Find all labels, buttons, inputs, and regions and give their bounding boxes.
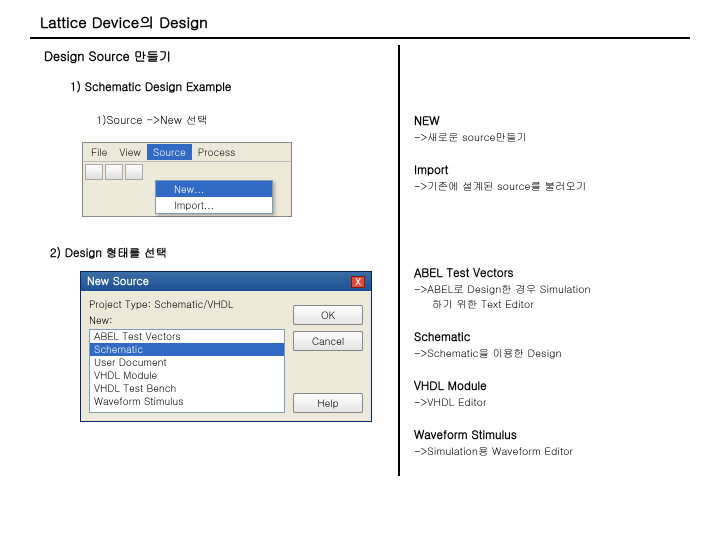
type-listbox[interactable]: ABEL Test Vectors Schematic User Documen…: [89, 329, 285, 413]
new-source-dialog: New Source X Project Type: Schematic/VHD…: [80, 271, 372, 422]
toolbar-icon-row: [83, 162, 291, 182]
menu-process[interactable]: Process: [192, 144, 242, 160]
note-import-desc: ->기존에 설계된 source를 불러오기: [414, 178, 690, 193]
toolbar-icon[interactable]: [85, 164, 103, 180]
menubar: File View Source Process: [83, 143, 291, 162]
note-abel: ABEL Test Vectors ->ABEL로 Design한 경우 Sim…: [414, 265, 690, 311]
note-abel-heading: ABEL Test Vectors: [414, 265, 690, 281]
dialog-title-text: New Source: [87, 274, 149, 289]
note-import: Import ->기존에 설계된 source를 불러오기: [414, 162, 690, 193]
note-import-heading: Import: [414, 162, 690, 178]
note-new-desc: ->새로운 source만들기: [414, 129, 690, 144]
note-waveform-desc: ->Simulation용 Waveform Editor: [414, 443, 690, 458]
page-title-bar: Lattice Device의 Design: [30, 10, 690, 39]
note-waveform-heading: Waveform Stimulus: [414, 427, 690, 443]
note-new: NEW ->새로운 source만들기: [414, 113, 690, 144]
left-column: Design Source 만들기 1) Schematic Design Ex…: [30, 45, 400, 476]
heading-design-type: 2) Design 형태를 선택: [50, 245, 390, 261]
note-abel-desc-line1: ->ABEL로 Design한 경우 Simulation: [414, 281, 591, 296]
toolbar-screenshot: File View Source Process New... Import..…: [82, 142, 292, 217]
toolbar-icon[interactable]: [105, 164, 123, 180]
menu-view[interactable]: View: [113, 144, 147, 160]
note-vhdl-heading: VHDL Module: [414, 378, 690, 394]
new-label: New:: [89, 313, 285, 327]
dropdown-item-import[interactable]: Import...: [156, 197, 272, 213]
dialog-titlebar: New Source X: [81, 272, 371, 291]
note-schematic-heading: Schematic: [414, 329, 690, 345]
heading-schematic-example: 1) Schematic Design Example: [70, 79, 390, 95]
note-waveform: Waveform Stimulus ->Simulation용 Waveform…: [414, 427, 690, 458]
help-button[interactable]: Help: [293, 393, 363, 413]
content-wrapper: Design Source 만들기 1) Schematic Design Ex…: [30, 45, 690, 476]
note-new-heading: NEW: [414, 113, 690, 129]
project-type-label: Project Type: Schematic/VHDL: [89, 297, 285, 311]
note-schematic: Schematic ->Schematic을 이용한 Design: [414, 329, 690, 360]
option-waveform[interactable]: Waveform Stimulus: [90, 395, 284, 408]
step-source-new: 1)Source ->New 선택: [96, 113, 390, 128]
note-vhdl: VHDL Module ->VHDL Editor: [414, 378, 690, 409]
note-abel-desc-line2: 하기 위한 Text Editor: [432, 296, 690, 311]
cancel-button[interactable]: Cancel: [293, 331, 363, 351]
right-column: NEW ->새로운 source만들기 Import ->기존에 설계된 sou…: [400, 45, 690, 476]
note-vhdl-desc: ->VHDL Editor: [414, 394, 690, 409]
note-schematic-desc: ->Schematic을 이용한 Design: [414, 345, 690, 360]
note-abel-desc: ->ABEL로 Design한 경우 Simulation 하기 위한 Text…: [414, 281, 690, 311]
heading-design-source: Design Source 만들기: [44, 47, 390, 65]
toolbar-icon[interactable]: [125, 164, 143, 180]
ok-button[interactable]: OK: [293, 305, 363, 325]
dropdown-item-new[interactable]: New...: [156, 181, 272, 197]
page-title: Lattice Device의 Design: [40, 12, 208, 33]
close-icon[interactable]: X: [351, 276, 365, 288]
source-dropdown: New... Import...: [155, 180, 273, 214]
menu-source[interactable]: Source: [147, 144, 192, 160]
menu-file[interactable]: File: [85, 144, 113, 160]
